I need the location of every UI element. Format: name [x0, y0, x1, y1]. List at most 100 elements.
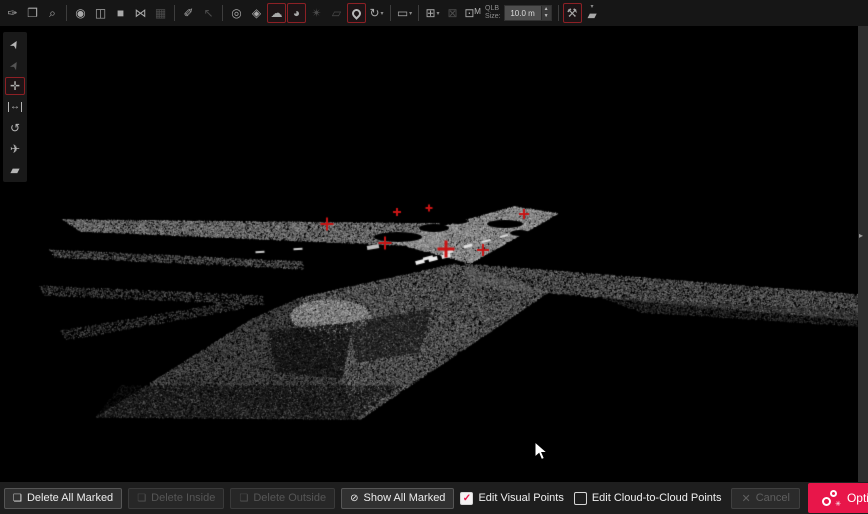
qlb-size-value: 10.0 m [505, 6, 541, 20]
optimize-bundle-label: Optimize Bundle [847, 491, 868, 505]
select-cursor-icon[interactable]: ➤ [5, 35, 25, 53]
delete-outside-button-label: Delete Outside [253, 492, 326, 504]
edit-visual-points-checkbox-label: Edit Visual Points [478, 492, 563, 504]
control-network-icon: ✴ [311, 7, 321, 19]
dropdown-caret-icon: ▾ [381, 10, 384, 17]
panorama-view-icon: ⋈ [135, 7, 147, 19]
ruler-icon: ▱ [332, 7, 341, 19]
camera-view-icon: ◉ [75, 7, 85, 19]
point-cloud-icon: ☁ [271, 7, 283, 19]
delete-inside-icon: ❏ [137, 493, 146, 504]
camera-view-icon[interactable]: ◉ [71, 3, 90, 23]
smart-select-cursor-icon[interactable]: ➤ [5, 56, 25, 74]
orbit-person-icon[interactable]: ↺ [5, 119, 25, 137]
point-cloud-canvas[interactable] [0, 26, 868, 482]
fly-through-icon[interactable]: ✈ [5, 140, 25, 158]
images-view-icon[interactable]: ▦ [151, 3, 170, 23]
point-cloud-icon[interactable]: ☁ [267, 3, 286, 23]
align-distance-icon[interactable]: ↔ [5, 98, 25, 116]
windows-layout-icon[interactable]: ❐ [23, 3, 42, 23]
delete-all-marked-button[interactable]: ❏Delete All Marked [4, 488, 122, 509]
pan-move-icon[interactable]: ✛ [5, 77, 25, 95]
ruler-icon[interactable]: ▱ [327, 3, 346, 23]
panorama-view-icon[interactable]: ⋈ [131, 3, 150, 23]
location-pin-icon[interactable] [347, 3, 366, 23]
edit-cloud-to-cloud-checkbox-group: Edit Cloud-to-Cloud Points [574, 492, 722, 505]
edit-cloud-to-cloud-checkbox[interactable] [574, 492, 587, 505]
control-network-icon[interactable]: ✴ [307, 3, 326, 23]
stepper-up-icon[interactable]: ▲ [542, 6, 551, 13]
tag-icon[interactable]: ◈ [247, 3, 266, 23]
textured-sphere-icon[interactable]: ◕ [287, 3, 306, 23]
fly-through-icon: ✈ [10, 142, 20, 156]
zoom-region-icon: ⌕ [49, 7, 56, 19]
orbit-person-icon: ↺ [10, 121, 20, 135]
optimize-bundle-button[interactable]: ✳ Optimize Bundle [808, 483, 868, 513]
smart-select-cursor-icon: ➤ [7, 58, 23, 72]
toolbar-separator [66, 5, 67, 21]
disc-icon: ◎ [231, 7, 241, 19]
tag-icon: ◈ [252, 7, 261, 19]
delete-outside-button[interactable]: ❏ Delete Outside [230, 488, 335, 509]
eraser-tool-icon: ▰ [10, 163, 19, 177]
panel-expander-arrow-icon[interactable]: ▸ [859, 231, 863, 240]
cancel-x-icon: ✕ [741, 492, 750, 505]
delete-outside-icon: ❏ [239, 493, 248, 504]
delete-inside-button[interactable]: ❏Delete Inside [128, 488, 224, 509]
top-toolbar: ✑❐⌕◉◫■⋈▦✐↖◎◈☁◕✴▱↻▾▭▾⊞▾⊠⊡ᴹQLBSize:10.0 m▲… [0, 0, 868, 26]
eraser-tool-icon[interactable]: ▰ [5, 161, 25, 179]
marquee-select-icon: ▭ [397, 7, 408, 19]
show-all-marked-button[interactable]: ⊘ Show All Marked [341, 488, 454, 509]
cancel-button-label: Cancel [756, 492, 790, 504]
pan-move-icon: ✛ [10, 79, 20, 93]
toolbar-separator [222, 5, 223, 21]
edit-visual-points-checkbox[interactable]: ✓ [460, 492, 473, 505]
orbit-rotate-icon[interactable]: ↻▾ [367, 3, 386, 23]
viewport[interactable] [0, 26, 868, 482]
edit-visual-points-checkbox-group: ✓ Edit Visual Points [460, 492, 563, 505]
split-view-icon: ◫ [95, 7, 106, 19]
qlb-size-stepper[interactable]: ▲▼ [541, 6, 551, 20]
delete-all-marked-button-label: Delete All Marked [27, 492, 113, 504]
textured-sphere-icon: ◕ [293, 7, 300, 19]
dropdown-caret-icon: ▾ [409, 10, 412, 17]
show-all-marked-button-label: Show All Marked [364, 492, 446, 504]
show-marked-icon: ⊘ [350, 493, 358, 504]
box-axes-icon: ⊞ [425, 7, 435, 19]
annotate-stylus-icon[interactable]: ✑ [3, 3, 22, 23]
right-panel-strip: ▸ [858, 26, 868, 482]
application-window: ✑❐⌕◉◫■⋈▦✐↖◎◈☁◕✴▱↻▾▭▾⊞▾⊠⊡ᴹQLBSize:10.0 m▲… [0, 0, 868, 514]
marquee-select-icon[interactable]: ▭▾ [395, 3, 414, 23]
cursor-probe-icon: ↖ [203, 7, 213, 19]
zoom-region-icon[interactable]: ⌕ [43, 3, 62, 23]
box-marked-icon[interactable]: ⊡ᴹ [463, 3, 482, 23]
split-view-icon[interactable]: ◫ [91, 3, 110, 23]
box-clip-icon[interactable]: ⊠ [443, 3, 462, 23]
align-distance-icon: ↔ [8, 102, 22, 112]
measure-pen-icon: ✐ [183, 7, 193, 19]
box-axes-icon[interactable]: ⊞▾ [423, 3, 442, 23]
toolbar-separator [418, 5, 419, 21]
paint-trowel-icon: ⚒ [567, 7, 578, 19]
cursor-probe-icon[interactable]: ↖ [199, 3, 218, 23]
paint-trowel-icon[interactable]: ⚒ [563, 3, 582, 23]
eraser-icon[interactable]: ▾▰ [583, 3, 602, 23]
box-clip-icon: ⊠ [447, 7, 457, 19]
qlb-size-input[interactable]: 10.0 m▲▼ [504, 5, 552, 21]
annotate-stylus-icon: ✑ [7, 7, 17, 19]
toolbar-separator [174, 5, 175, 21]
orbit-rotate-icon: ↻ [369, 7, 379, 19]
toolbar-separator [558, 5, 559, 21]
location-pin-icon [350, 7, 363, 20]
qlb-label-line2: Size: [485, 13, 501, 21]
cancel-button[interactable]: ✕ Cancel [731, 488, 799, 509]
disc-icon[interactable]: ◎ [227, 3, 246, 23]
qlb-size-label: QLBSize: [485, 5, 501, 21]
solid-view-icon[interactable]: ■ [111, 3, 130, 23]
stepper-down-icon[interactable]: ▼ [542, 13, 551, 20]
toolbar-separator [390, 5, 391, 21]
measure-pen-icon[interactable]: ✐ [179, 3, 198, 23]
box-marked-icon: ⊡ᴹ [464, 7, 480, 19]
qlb-size-control: QLBSize:10.0 m▲▼ [485, 5, 552, 21]
solid-view-icon: ■ [117, 7, 124, 19]
